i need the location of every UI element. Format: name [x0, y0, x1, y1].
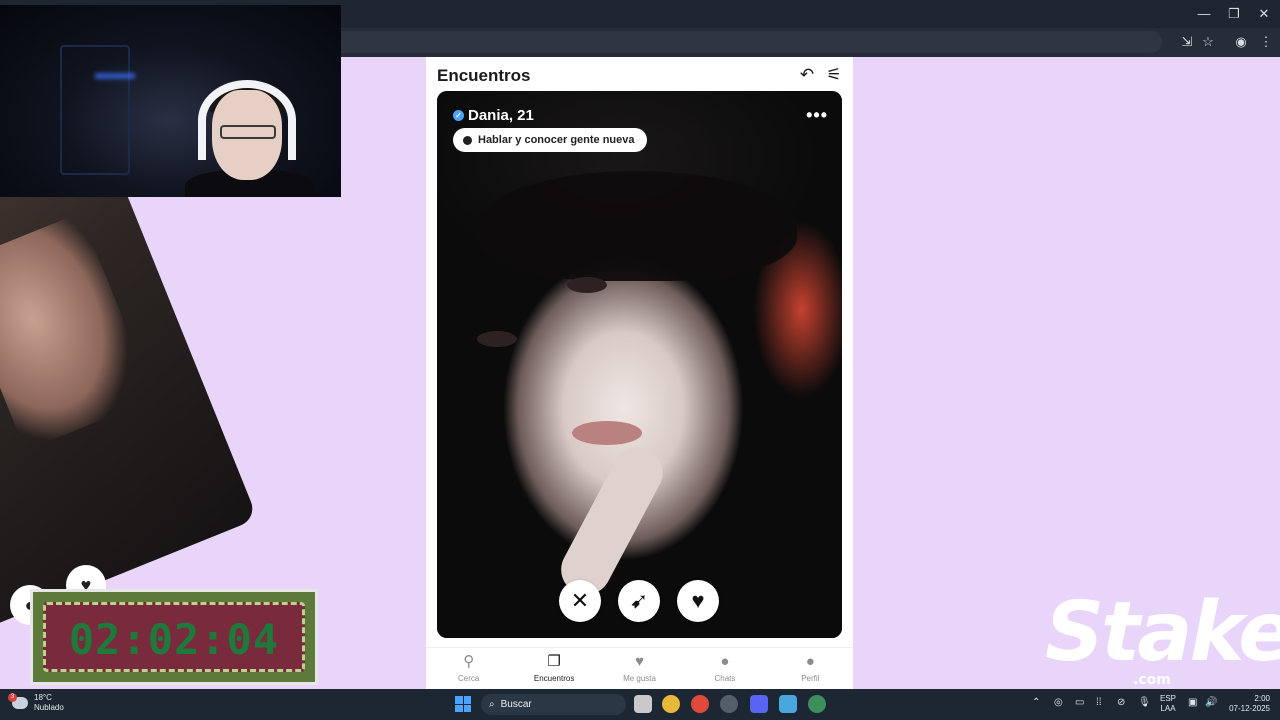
stake-logo: Stake: [1045, 585, 1280, 680]
nav-chats[interactable]: ● Chats: [682, 648, 767, 689]
nav-label: Me gusta: [623, 674, 656, 683]
security-icon[interactable]: ◎: [1054, 697, 1063, 708]
clock[interactable]: 2:00 07-12-2025: [1225, 694, 1270, 714]
nav-label: Perfil: [801, 674, 820, 683]
search-icon: ⌕: [489, 699, 495, 710]
windows-taskbar: 3 18°C Nublado ⌕ Buscar ⌃ ◎ ▭ ⁞⁞ ⊘ 🎙 ESP…: [0, 689, 1280, 720]
search-placeholder: Buscar: [500, 699, 532, 710]
chat-bubble-icon: [463, 135, 472, 145]
crush-button[interactable]: ➹: [618, 580, 660, 622]
weather-temp: 18°C: [34, 693, 52, 702]
intent-chip-label: Hablar y conocer gente nueva: [478, 134, 635, 146]
display-icon[interactable]: ▣: [1188, 697, 1197, 708]
taskbar-search[interactable]: ⌕ Buscar: [481, 694, 626, 715]
cards-icon: ❐: [547, 653, 561, 670]
language-indicator[interactable]: ESP LAA: [1160, 694, 1176, 714]
intent-chip: Hablar y conocer gente nueva: [453, 128, 647, 152]
profile-photo: [0, 212, 156, 451]
weather-widget[interactable]: 3 18°C Nublado: [8, 693, 64, 713]
nav-encuentros[interactable]: ❐ Encuentros: [511, 648, 596, 689]
cloud-icon: 3: [8, 693, 28, 709]
notification-badge: 3: [8, 693, 17, 702]
profile-name-age: Dania, 21: [468, 107, 534, 124]
timer-value: 02:02:04: [68, 615, 280, 664]
heart-icon: ♥: [635, 653, 644, 670]
chat-icon: ●: [720, 653, 730, 670]
previous-profile-card: [0, 129, 258, 631]
heart-arrow-icon: ➹: [629, 588, 649, 613]
language-code: ESP: [1160, 694, 1177, 703]
dislike-button[interactable]: ✕: [559, 580, 601, 622]
network-off-icon[interactable]: ⊘: [1117, 697, 1125, 708]
nav-label: Chats: [714, 674, 736, 683]
profile-card[interactable]: ✓ Dania, 21 ••• Hablar y conocer gente n…: [437, 91, 842, 638]
start-button[interactable]: [455, 696, 471, 712]
chrome-active-icon[interactable]: [808, 695, 826, 713]
stream-timer: 02:02:04: [30, 589, 318, 685]
profile-photo: [437, 91, 842, 638]
chevron-up-icon[interactable]: ⌃: [1032, 697, 1040, 708]
layout-code: LAA: [1160, 704, 1176, 713]
nav-label: Cerca: [458, 674, 480, 683]
close-button[interactable]: ✕: [1248, 0, 1280, 28]
stake-logo-suffix: .com: [1133, 672, 1171, 688]
profile-icon[interactable]: ◉: [1231, 32, 1251, 52]
clock-date: 07-12-2025: [1229, 704, 1270, 713]
page-title: Encuentros: [437, 66, 531, 85]
microphone-icon[interactable]: 🎙: [1138, 697, 1151, 708]
bottom-navigation: ⚲ Cerca ❐ Encuentros ♥ Me gusta ● Chats …: [426, 647, 853, 689]
apps-icon[interactable]: ⁞⁞: [1096, 697, 1102, 708]
restore-button[interactable]: ❐: [1218, 0, 1250, 28]
window-icon[interactable]: ▭: [1075, 697, 1084, 708]
webcam-overlay: [0, 5, 341, 197]
nav-perfil[interactable]: ● Perfil: [768, 648, 853, 689]
weather-desc: Nublado: [34, 703, 64, 712]
obs-icon[interactable]: [720, 695, 738, 713]
person-icon: ●: [805, 653, 815, 670]
nav-label: Encuentros: [533, 674, 575, 683]
install-icon[interactable]: ⇲: [1177, 32, 1197, 52]
chrome-icon[interactable]: [662, 695, 680, 713]
star-icon[interactable]: ☆: [1198, 32, 1218, 52]
undo-icon[interactable]: ↶: [797, 65, 817, 85]
filters-icon[interactable]: ⚟: [824, 65, 844, 85]
menu-icon[interactable]: ⋮: [1256, 32, 1276, 52]
heart-icon: ♥: [691, 588, 705, 613]
location-icon: ⚲: [463, 653, 475, 670]
encuentros-app: Encuentros ↶ ⚟ ✓ Dania, 21 ••• Hablar y …: [426, 57, 853, 689]
volume-icon[interactable]: 🔊: [1205, 697, 1217, 708]
chrome-profile-icon[interactable]: [691, 695, 709, 713]
profile-name: ✓ Dania, 21: [453, 107, 534, 124]
close-icon: ✕: [570, 588, 590, 613]
task-view-icon[interactable]: [634, 695, 652, 713]
nav-me-gusta[interactable]: ♥ Me gusta: [597, 648, 682, 689]
nav-cerca[interactable]: ⚲ Cerca: [426, 648, 511, 689]
like-button[interactable]: ♥: [677, 580, 719, 622]
minimize-button[interactable]: —: [1188, 0, 1220, 28]
discord-icon[interactable]: [750, 695, 768, 713]
verified-icon: ✓: [453, 110, 464, 121]
clock-time: 2:00: [1254, 694, 1270, 703]
more-options-icon[interactable]: •••: [806, 105, 828, 126]
file-icon[interactable]: [779, 695, 797, 713]
